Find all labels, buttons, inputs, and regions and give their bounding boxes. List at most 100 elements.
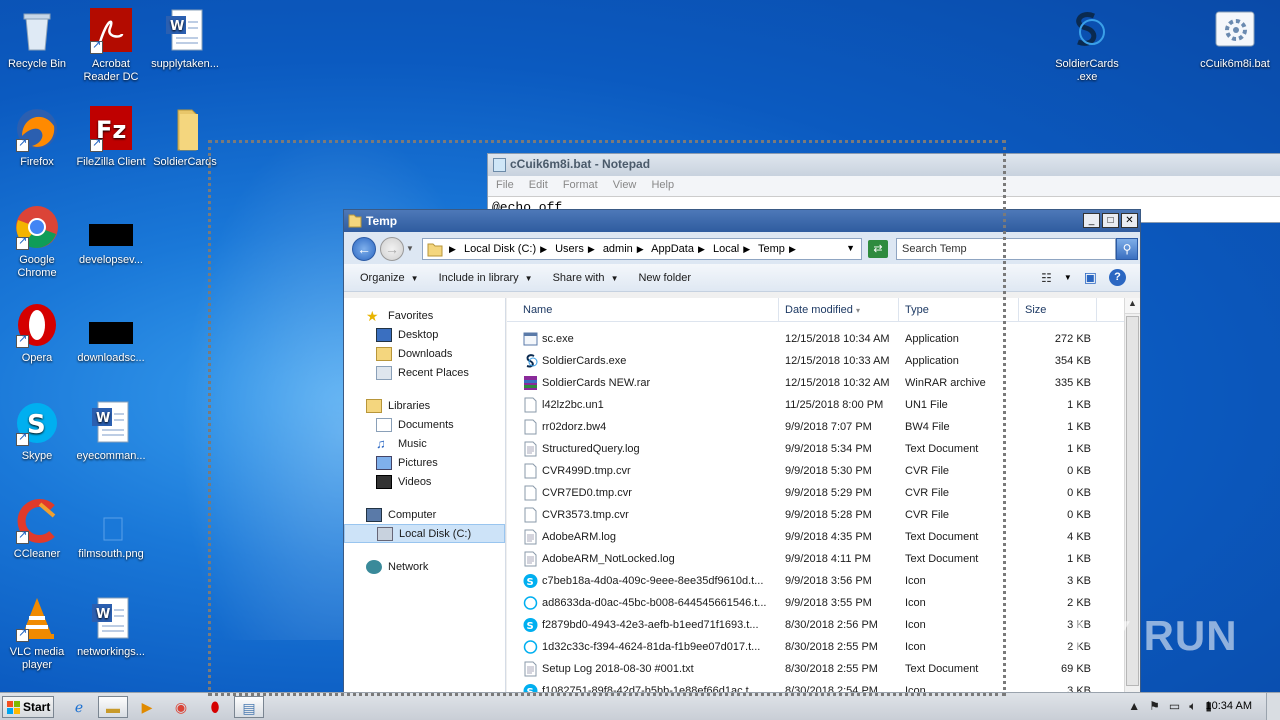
organize-button[interactable]: Organize ▼ — [360, 272, 419, 284]
file-name-cell[interactable]: SoldierCards NEW.rar — [507, 375, 779, 391]
start-button[interactable]: Start — [2, 696, 54, 718]
show-desktop-button[interactable] — [1266, 693, 1280, 720]
close-button[interactable]: ✕ — [1121, 213, 1138, 228]
nav-recent-places[interactable]: Recent Places — [344, 363, 505, 382]
file-name-cell[interactable]: AdobeARM.log — [507, 529, 779, 545]
file-row[interactable]: l42lz2bc.un1 11/25/2018 8:00 PM UN1 File 1 … — [507, 394, 1140, 416]
search-icon[interactable]: ⚲ — [1116, 238, 1138, 260]
taskbar-notepad-icon[interactable]: ▤ — [234, 696, 264, 718]
taskbar-ie-icon[interactable]: ℯ — [64, 696, 94, 718]
forward-button[interactable]: → — [380, 237, 404, 261]
desktop-icon-filezilla[interactable]: Fz FileZilla Client — [74, 106, 148, 169]
desktop-icon-developsev[interactable]: developsev... — [74, 204, 148, 267]
explorer-titlebar[interactable]: Temp _ □ ✕ — [344, 210, 1140, 232]
menu-file[interactable]: File — [496, 179, 514, 191]
view-dropdown-icon[interactable]: ▼ — [1064, 273, 1072, 282]
file-name-cell[interactable]: l42lz2bc.un1 — [507, 397, 779, 413]
file-row[interactable]: ad8633da-d0ac-45bc-b008-644545661546.t..… — [507, 592, 1140, 614]
file-name-cell[interactable]: Sf2879bd0-4943-42e3-aefb-b1eed71f1693.t.… — [507, 617, 779, 633]
file-name-cell[interactable]: Setup Log 2018-08-30 #001.txt — [507, 661, 779, 677]
file-row[interactable]: AdobeARM.log 9/9/2018 4:35 PM Text Documen… — [507, 526, 1140, 548]
file-row[interactable]: CVR3573.tmp.cvr 9/9/2018 5:28 PM CVR File 0… — [507, 504, 1140, 526]
maximize-button[interactable]: □ — [1102, 213, 1119, 228]
file-row[interactable]: CVR7ED0.tmp.cvr 9/9/2018 5:29 PM CVR File 0… — [507, 482, 1140, 504]
preview-pane-icon[interactable]: ▣ — [1084, 269, 1097, 286]
nav-network[interactable]: Network — [344, 557, 505, 576]
refresh-button[interactable]: ⇄ — [868, 240, 888, 258]
breadcrumb-separator-icon[interactable]: ▶ — [588, 244, 595, 254]
file-name-cell[interactable]: SoldierCards.exe — [507, 353, 779, 369]
volume-icon[interactable]: 🔈︎ — [1189, 699, 1196, 714]
file-name-cell[interactable]: Sc7beb18a-4d0a-409c-9eee-8ee35df9610d.t.… — [507, 573, 779, 589]
desktop-icon-ccleaner[interactable]: CCleaner — [0, 498, 74, 561]
column-header-name[interactable]: Name — [507, 298, 779, 321]
file-row[interactable]: Setup Log 2018-08-30 #001.txt 8/30/2018 2… — [507, 658, 1140, 680]
breadcrumb-local[interactable]: Local — [713, 243, 739, 255]
include-in-library-button[interactable]: Include in library ▼ — [439, 272, 533, 284]
file-row[interactable]: Sc7beb18a-4d0a-409c-9eee-8ee35df9610d.t.… — [507, 570, 1140, 592]
tray-expand-icon[interactable]: ▲ — [1128, 699, 1140, 714]
file-name-cell[interactable]: sc.exe — [507, 331, 779, 347]
breadcrumb-appdata[interactable]: AppData — [651, 243, 694, 255]
scroll-up-icon[interactable]: ▲ — [1125, 298, 1140, 314]
file-name-cell[interactable]: CVR499D.tmp.cvr — [507, 463, 779, 479]
taskbar-chrome-icon[interactable]: ◉ — [166, 696, 196, 718]
desktop-icon-soldiercards-folder[interactable]: SoldierCards — [148, 106, 222, 169]
breadcrumb-separator-icon[interactable]: ▶ — [789, 244, 796, 254]
taskbar-opera-icon[interactable]: ⬮ — [200, 696, 230, 718]
column-header-type[interactable]: Type — [899, 298, 1019, 321]
file-row[interactable]: AdobeARM_NotLocked.log 9/9/2018 4:11 PM Te… — [507, 548, 1140, 570]
nav-music[interactable]: ♫ Music — [344, 434, 505, 453]
recent-pages-chevron-icon[interactable]: ▼ — [406, 244, 414, 253]
desktop-icon-opera[interactable]: Opera — [0, 302, 74, 365]
nav-computer[interactable]: Computer — [344, 505, 505, 524]
desktop-icon-filmsouth[interactable]: filmsouth.png — [74, 498, 148, 561]
file-row[interactable]: rr02dorz.bw4 9/9/2018 7:07 PM BW4 File 1 KB — [507, 416, 1140, 438]
desktop-icon-vlc[interactable]: VLC media player — [0, 596, 74, 672]
desktop-icon-firefox[interactable]: Firefox — [0, 106, 74, 169]
desktop-icon-bat[interactable]: cCuik6m8i.bat — [1198, 8, 1272, 71]
file-name-cell[interactable]: CVR3573.tmp.cvr — [507, 507, 779, 523]
menu-view[interactable]: View — [613, 179, 637, 191]
file-row[interactable]: CVR499D.tmp.cvr 9/9/2018 5:30 PM CVR File 0… — [507, 460, 1140, 482]
breadcrumb-separator-icon[interactable]: ▶ — [743, 244, 750, 254]
file-row[interactable]: SoldierCards NEW.rar 12/15/2018 10:32 AM W… — [507, 372, 1140, 394]
file-name-cell[interactable]: 1d32c33c-f394-4624-81da-f1b9ee07d017.t..… — [507, 639, 779, 655]
breadcrumb-separator-icon[interactable]: ▶ — [449, 244, 456, 254]
address-dropdown-icon[interactable]: ▼ — [846, 243, 855, 253]
menu-format[interactable]: Format — [563, 179, 598, 191]
file-name-cell[interactable]: CVR7ED0.tmp.cvr — [507, 485, 779, 501]
help-icon[interactable]: ? — [1109, 269, 1126, 286]
breadcrumb-admin[interactable]: admin — [603, 243, 633, 255]
nav-local-disk[interactable]: Local Disk (C:) — [344, 524, 505, 543]
menu-edit[interactable]: Edit — [529, 179, 548, 191]
breadcrumb-local-disk[interactable]: Local Disk (C:) — [464, 243, 536, 255]
desktop-icon-skype[interactable]: S Skype — [0, 400, 74, 463]
taskbar-clock[interactable]: 10:34 AM — [1206, 700, 1252, 712]
network-tray-icon[interactable]: ▭ — [1169, 699, 1180, 714]
nav-libraries[interactable]: Libraries — [344, 396, 505, 415]
breadcrumb-temp[interactable]: Temp — [758, 243, 785, 255]
notepad-titlebar[interactable]: cCuik6m8i.bat - Notepad — [488, 154, 1280, 176]
new-folder-button[interactable]: New folder — [638, 272, 691, 284]
column-header-size[interactable]: Size — [1019, 298, 1097, 321]
file-name-cell[interactable]: ad8633da-d0ac-45bc-b008-644545661546.t..… — [507, 595, 779, 611]
breadcrumb-users[interactable]: Users — [555, 243, 584, 255]
taskbar-explorer-icon[interactable]: ▬ — [98, 696, 128, 718]
minimize-button[interactable]: _ — [1083, 213, 1100, 228]
file-row[interactable]: StructuredQuery.log 9/9/2018 5:34 PM Text … — [507, 438, 1140, 460]
back-button[interactable]: ← — [352, 237, 376, 261]
nav-desktop[interactable]: Desktop — [344, 325, 505, 344]
desktop-icon-eyecomman[interactable]: W eyecomman... — [74, 400, 148, 463]
breadcrumb-separator-icon[interactable]: ▶ — [540, 244, 547, 254]
desktop-icon-recycle-bin[interactable]: Recycle Bin — [0, 8, 74, 71]
explorer-window[interactable]: Temp _ □ ✕ ← → ▼ ▶ Local Disk (C:) ▶ User… — [343, 209, 1141, 699]
file-row[interactable]: sc.exe 12/15/2018 10:34 AM Application 272 … — [507, 328, 1140, 350]
column-header-date[interactable]: Date modified ▾ — [779, 298, 899, 321]
address-bar[interactable]: ▶ Local Disk (C:) ▶ Users ▶ admin ▶ AppData… — [422, 238, 862, 260]
breadcrumb-separator-icon[interactable]: ▶ — [637, 244, 644, 254]
file-row[interactable]: SoldierCards.exe 12/15/2018 10:33 AM Appli… — [507, 350, 1140, 372]
file-name-cell[interactable]: StructuredQuery.log — [507, 441, 779, 457]
action-center-flag-icon[interactable]: ⚑ — [1149, 699, 1160, 714]
desktop-icon-soldiercards-exe[interactable]: SoldierCards .exe — [1050, 8, 1124, 84]
